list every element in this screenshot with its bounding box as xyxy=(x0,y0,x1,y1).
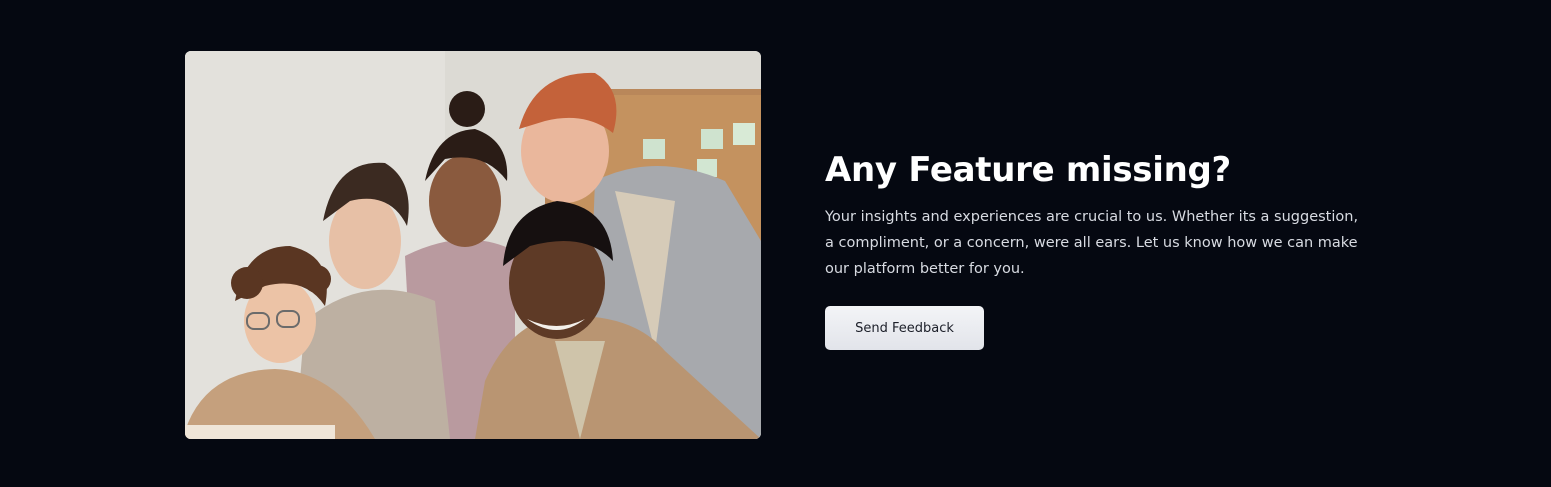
team-photo-illustration xyxy=(185,51,761,439)
section-heading: Any Feature missing? xyxy=(825,150,1231,190)
feature-copy: Any Feature missing? Your insights and e… xyxy=(825,148,1385,282)
section-description: Your insights and experiences are crucia… xyxy=(825,209,1359,277)
team-photo xyxy=(185,51,761,439)
send-feedback-button[interactable]: Send Feedback xyxy=(825,306,984,350)
feature-request-section: Any Feature missing? Your insights and e… xyxy=(0,0,1551,487)
